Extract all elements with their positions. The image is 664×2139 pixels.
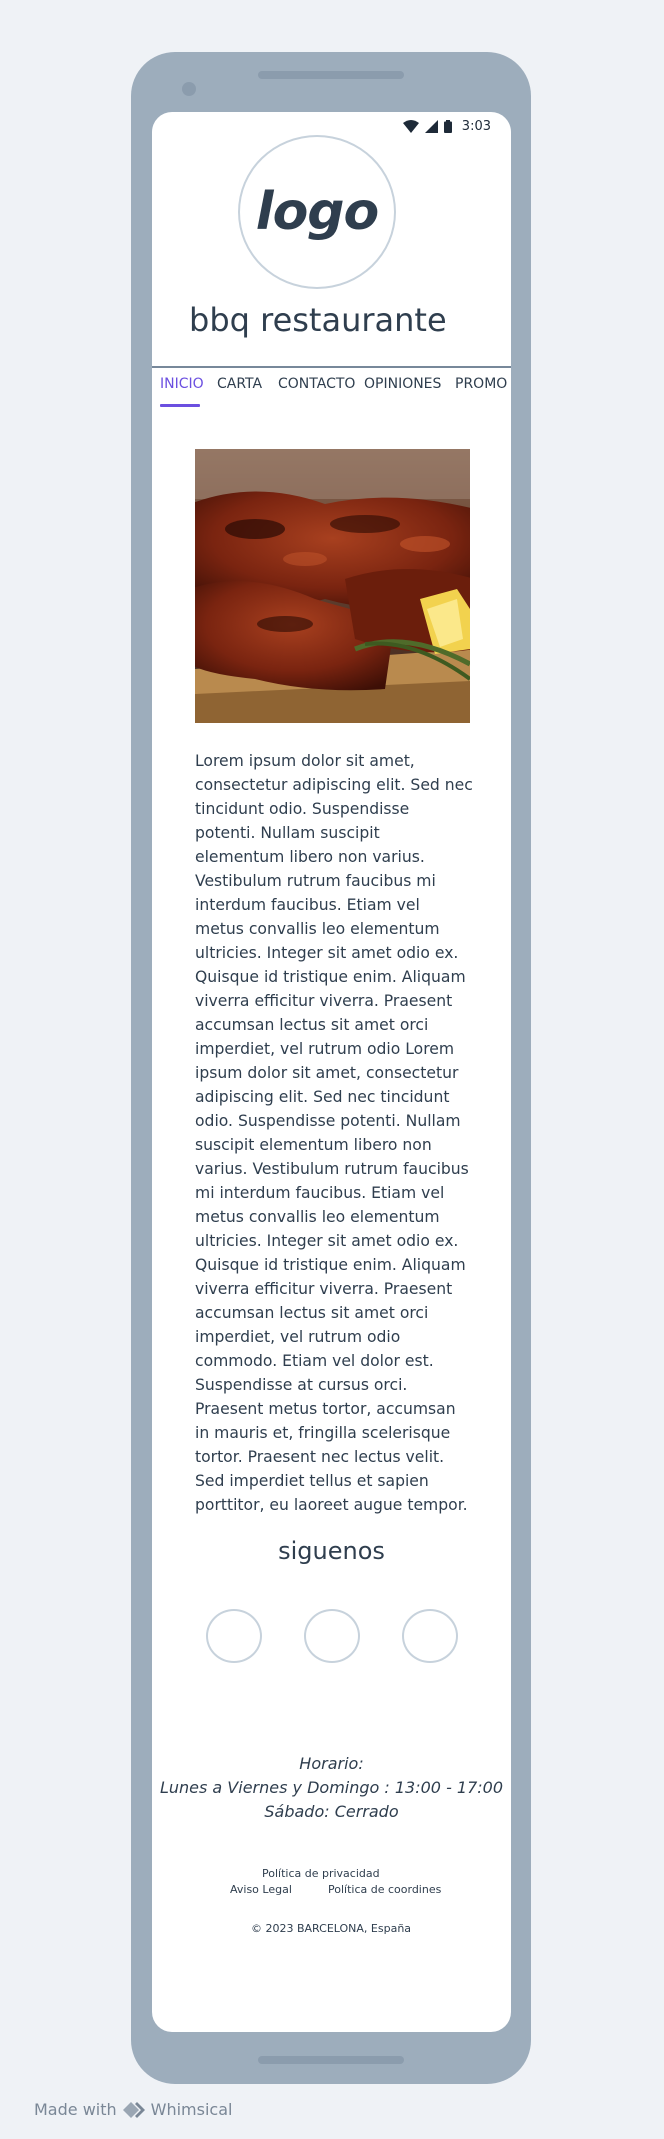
social-link-2[interactable]: [304, 1609, 360, 1663]
hours-weekdays: Lunes a Viernes y Domingo : 13:00 - 17:0…: [159, 1778, 504, 1797]
nav-active-indicator: [160, 404, 200, 407]
social-link-1[interactable]: [206, 1609, 262, 1663]
header-divider: [152, 366, 511, 368]
speaker-bottom: [258, 2056, 404, 2064]
nav-item-inicio[interactable]: INICIO: [160, 376, 204, 392]
cookies-policy-link[interactable]: Política de coordines: [328, 1883, 441, 1896]
battery-icon: [443, 119, 452, 133]
social-title: siguenos: [278, 1537, 385, 1565]
status-bar: 3:03: [402, 116, 491, 136]
copyright: © 2023 BARCELONA, España: [251, 1922, 412, 1935]
phone-screen: 3:03 logo bbq restaurante INICIO CARTA C…: [152, 112, 511, 2032]
hours-title: Horario:: [299, 1754, 364, 1773]
body-text: Lorem ipsum dolor sit amet, consectetur …: [195, 752, 473, 1514]
signal-icon: [424, 119, 438, 133]
camera-icon: [182, 82, 196, 96]
restaurant-name: bbq restaurante: [189, 301, 447, 339]
whimsical-watermark[interactable]: Made with Whimsical: [34, 2100, 232, 2119]
speaker-top: [258, 71, 404, 79]
legal-notice-link[interactable]: Aviso Legal: [230, 1883, 292, 1896]
opening-hours: Horario: Lunes a Viernes y Domingo : 13:…: [152, 1752, 511, 1824]
hours-saturday: Sábado: Cerrado: [264, 1802, 399, 1821]
nav-item-carta[interactable]: CARTA: [217, 376, 262, 392]
nav-item-opiniones[interactable]: OPINIONES: [364, 376, 441, 392]
wifi-icon: [402, 119, 419, 133]
logo-text: logo: [255, 182, 379, 242]
food-image: [195, 449, 470, 723]
whimsical-brand: Whimsical: [150, 2100, 233, 2119]
social-link-3[interactable]: [402, 1609, 458, 1663]
nav-item-promo[interactable]: PROMO: [455, 376, 507, 392]
main-nav: INICIO CARTA CONTACTO OPINIONES PROMO: [152, 376, 511, 404]
logo[interactable]: logo: [238, 135, 396, 289]
status-time: 3:03: [461, 118, 491, 134]
whimsical-logo-icon: [122, 2101, 145, 2118]
made-with-label: Made with: [34, 2100, 117, 2119]
privacy-policy-link[interactable]: Política de privacidad: [262, 1867, 380, 1880]
nav-item-contacto[interactable]: CONTACTO: [278, 376, 355, 392]
